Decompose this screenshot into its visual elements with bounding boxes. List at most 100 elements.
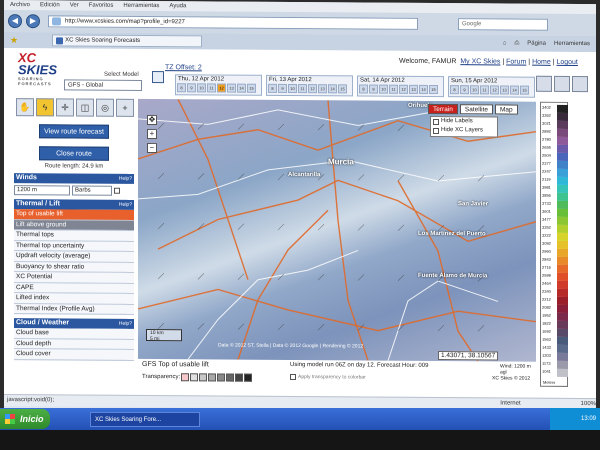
- layer-menu-item[interactable]: Thermal Index (Profile Avg): [14, 303, 134, 315]
- hour-button[interactable]: 14: [510, 85, 519, 95]
- winds-help-link[interactable]: Help?: [119, 174, 132, 184]
- transparency-swatch[interactable]: [217, 373, 226, 382]
- transparency-swatch[interactable]: [208, 373, 217, 382]
- model-select[interactable]: GFS - Global: [64, 79, 142, 91]
- logout-link[interactable]: Logout: [556, 59, 577, 66]
- transparency-swatch[interactable]: [181, 373, 190, 382]
- hour-button[interactable]: 10: [379, 84, 388, 94]
- start-button[interactable]: Inicio: [0, 409, 50, 429]
- hour-button[interactable]: 14: [419, 84, 428, 94]
- hour-button[interactable]: 10: [197, 83, 206, 93]
- menu-archivo[interactable]: Archivo: [10, 2, 30, 8]
- menu-edicion[interactable]: Edición: [40, 2, 60, 8]
- zoom-out-icon[interactable]: −: [147, 142, 157, 154]
- hour-button[interactable]: 11: [207, 83, 216, 93]
- taskbar-browser-item[interactable]: XC Skies Soaring Fore...: [90, 411, 200, 427]
- hour-button[interactable]: 12: [399, 84, 408, 94]
- layer-menu-item[interactable]: Lifted index: [14, 293, 134, 305]
- forecast-map[interactable]: ✥ + − Orihuela Terrain Satellite Map Hid…: [138, 98, 536, 362]
- menu-herramientas[interactable]: Herramientas: [123, 3, 159, 9]
- view-route-forecast-button[interactable]: View route forecast: [39, 124, 109, 139]
- tools-menu[interactable]: Herramientas: [554, 40, 590, 47]
- hour-button[interactable]: 11: [480, 85, 489, 95]
- cloud-help-link[interactable]: Help?: [119, 319, 132, 329]
- hour-button[interactable]: 14: [328, 84, 337, 94]
- hour-button[interactable]: 10: [470, 85, 479, 95]
- close-route-button[interactable]: Close route: [39, 146, 109, 161]
- hour-button[interactable]: 13: [318, 84, 327, 94]
- hour-button[interactable]: 10: [288, 83, 297, 94]
- hour-button[interactable]: 13: [409, 84, 418, 94]
- search-input[interactable]: Google: [458, 18, 548, 31]
- hour-button[interactable]: 15: [338, 84, 347, 94]
- hour-button[interactable]: 9: [369, 84, 378, 94]
- winds-section-header[interactable]: Winds Help?: [14, 173, 134, 184]
- hour-button[interactable]: 13: [227, 83, 236, 93]
- hour-button[interactable]: 12: [217, 83, 226, 93]
- hour-button[interactable]: 15: [520, 85, 529, 95]
- map-button[interactable]: Map: [495, 104, 518, 115]
- layer-menu-item[interactable]: Updraft velocity (average): [14, 251, 134, 263]
- menu-ver[interactable]: Ver: [70, 2, 79, 8]
- menu-favoritos[interactable]: Favoritos: [89, 3, 114, 9]
- layer-menu-item[interactable]: Top of usable lift: [14, 209, 134, 221]
- pan-icon[interactable]: ✥: [147, 114, 157, 126]
- transparency-swatch[interactable]: [244, 373, 253, 382]
- hour-button[interactable]: 9: [278, 83, 287, 93]
- transparency-swatch[interactable]: [199, 373, 208, 382]
- thermal-help-link[interactable]: Help?: [119, 200, 132, 210]
- folder-icon[interactable]: [572, 75, 588, 93]
- satellite-button[interactable]: Satellite: [459, 104, 493, 115]
- winds-level-select[interactable]: 1200 m: [14, 185, 70, 196]
- hour-button[interactable]: 12: [308, 84, 317, 94]
- transparency-swatch[interactable]: [190, 373, 199, 382]
- hour-button[interactable]: 8: [177, 83, 186, 93]
- hour-button[interactable]: 11: [298, 84, 307, 94]
- apply-transparency-option[interactable]: Apply transparency to colorbar: [290, 373, 366, 381]
- hide-labels-checkbox[interactable]: [433, 118, 439, 125]
- tab-xcskies[interactable]: XC Skies Soaring Forecasts: [52, 34, 203, 48]
- home-icon[interactable]: ⌂: [503, 40, 507, 47]
- winds-toggle-checkbox[interactable]: [114, 187, 120, 194]
- xcskies-logo[interactable]: XC SKIES SOARING FORECASTS: [18, 50, 62, 94]
- tz-offset-link[interactable]: TZ Offset: 2: [165, 64, 202, 71]
- hour-button[interactable]: 8: [268, 83, 277, 93]
- layer-menu-item[interactable]: Cloud base: [14, 328, 134, 340]
- layer-menu-item[interactable]: Thermal tops: [14, 230, 134, 242]
- hand-tool-icon[interactable]: ✋: [16, 98, 34, 117]
- address-bar[interactable]: http://www.xcskies.com/map?profile_id=92…: [48, 15, 418, 30]
- forward-icon[interactable]: ▶: [26, 14, 40, 29]
- calendar-icon[interactable]: [152, 71, 164, 84]
- layer-menu-item[interactable]: Cloud cover: [14, 349, 134, 361]
- menu-ayuda[interactable]: Ayuda: [169, 3, 186, 9]
- favorites-star-icon[interactable]: ★: [10, 35, 18, 46]
- hour-button[interactable]: 13: [500, 85, 509, 95]
- terrain-button[interactable]: Terrain: [428, 103, 458, 115]
- hour-button[interactable]: 9: [187, 83, 196, 93]
- hour-button[interactable]: 12: [490, 85, 499, 95]
- page-menu[interactable]: Página: [527, 40, 546, 47]
- transparency-swatch[interactable]: [235, 373, 244, 382]
- hide-xc-checkbox[interactable]: [433, 127, 439, 134]
- print-icon[interactable]: ⎙: [514, 40, 519, 47]
- hour-button[interactable]: 11: [389, 84, 398, 94]
- transparency-swatch[interactable]: [226, 373, 235, 382]
- back-icon[interactable]: ◀: [8, 14, 22, 29]
- hide-labels-option[interactable]: Hide Labels: [431, 117, 497, 126]
- settings-gear-icon[interactable]: [536, 75, 552, 92]
- winds-style-select[interactable]: Barbs: [72, 185, 112, 196]
- hour-button[interactable]: 15: [247, 83, 256, 93]
- zoom-in-icon[interactable]: +: [147, 128, 157, 140]
- hour-button[interactable]: 15: [429, 84, 438, 95]
- my-xcskies-link[interactable]: My XC Skies: [460, 58, 500, 65]
- view-tool-icon[interactable]: ◫: [76, 98, 94, 117]
- hour-button[interactable]: 8: [450, 85, 459, 95]
- hour-button[interactable]: 14: [237, 83, 246, 93]
- radar-tool-icon[interactable]: ◎: [96, 98, 114, 117]
- apply-transparency-checkbox[interactable]: [290, 373, 296, 381]
- home-link[interactable]: Home: [532, 59, 551, 66]
- hour-button[interactable]: 9: [460, 85, 469, 95]
- route-tool-icon[interactable]: ϟ: [36, 98, 54, 117]
- hour-button[interactable]: 8: [359, 84, 368, 94]
- forum-link[interactable]: Forum: [506, 59, 526, 66]
